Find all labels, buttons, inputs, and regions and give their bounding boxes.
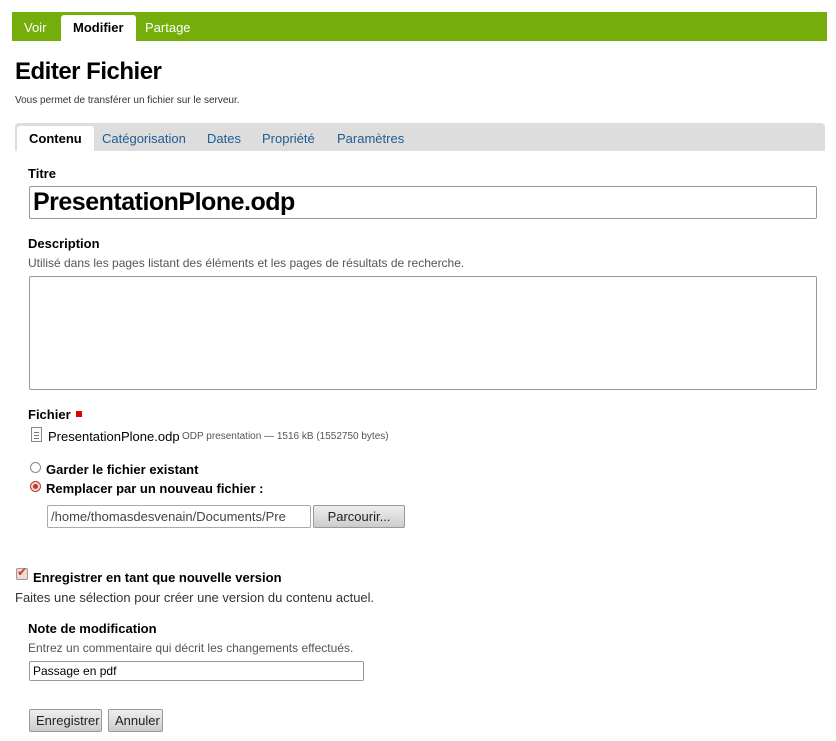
- current-file-meta: ODP presentation — 1516 kB (1552750 byte…: [182, 431, 389, 442]
- keep-file-radio[interactable]: [30, 462, 41, 473]
- form-tab-bar: Contenu Catégorisation Dates Propriété P…: [15, 123, 825, 151]
- tab-modifier[interactable]: Modifier: [61, 15, 136, 41]
- file-path-input[interactable]: [47, 505, 311, 528]
- new-version-help: Faites une sélection pour créer une vers…: [15, 590, 375, 605]
- tab-parametres[interactable]: Paramètres: [325, 126, 416, 151]
- description-textarea[interactable]: [29, 276, 817, 390]
- document-icon: [31, 427, 42, 442]
- page-subtitle: Vous permet de transférer un fichier sur…: [15, 95, 240, 106]
- current-file-name: PresentationPlone.odp: [48, 429, 180, 444]
- tab-categorisation[interactable]: Catégorisation: [90, 126, 198, 151]
- required-marker: [76, 411, 82, 417]
- cancel-button[interactable]: Annuler: [108, 709, 163, 732]
- tab-dates[interactable]: Dates: [195, 126, 253, 151]
- save-button[interactable]: Enregistrer: [29, 709, 102, 732]
- top-navigation-bar: Voir Modifier Partage: [12, 12, 827, 41]
- change-note-input[interactable]: [29, 661, 364, 681]
- tab-contenu[interactable]: Contenu: [17, 126, 94, 151]
- change-note-label: Note de modification: [28, 621, 157, 636]
- tab-propriete[interactable]: Propriété: [250, 126, 327, 151]
- title-label: Titre: [28, 166, 56, 181]
- keep-file-label[interactable]: Garder le fichier existant: [46, 462, 198, 477]
- description-label: Description: [28, 236, 100, 251]
- replace-file-label[interactable]: Remplacer par un nouveau fichier :: [46, 481, 263, 496]
- new-version-checkbox[interactable]: [16, 565, 28, 580]
- description-help: Utilisé dans les pages listant des éléme…: [28, 256, 465, 270]
- tab-partage[interactable]: Partage: [133, 15, 203, 41]
- title-input[interactable]: [29, 186, 817, 219]
- replace-file-radio[interactable]: [30, 481, 41, 492]
- new-version-label[interactable]: Enregistrer en tant que nouvelle version: [33, 570, 282, 585]
- page-title: Editer Fichier: [15, 58, 162, 85]
- change-note-help: Entrez un commentaire qui décrit les cha…: [28, 641, 354, 655]
- file-label: Fichier: [28, 407, 71, 422]
- browse-button[interactable]: Parcourir...: [313, 505, 405, 528]
- tab-voir[interactable]: Voir: [12, 15, 58, 41]
